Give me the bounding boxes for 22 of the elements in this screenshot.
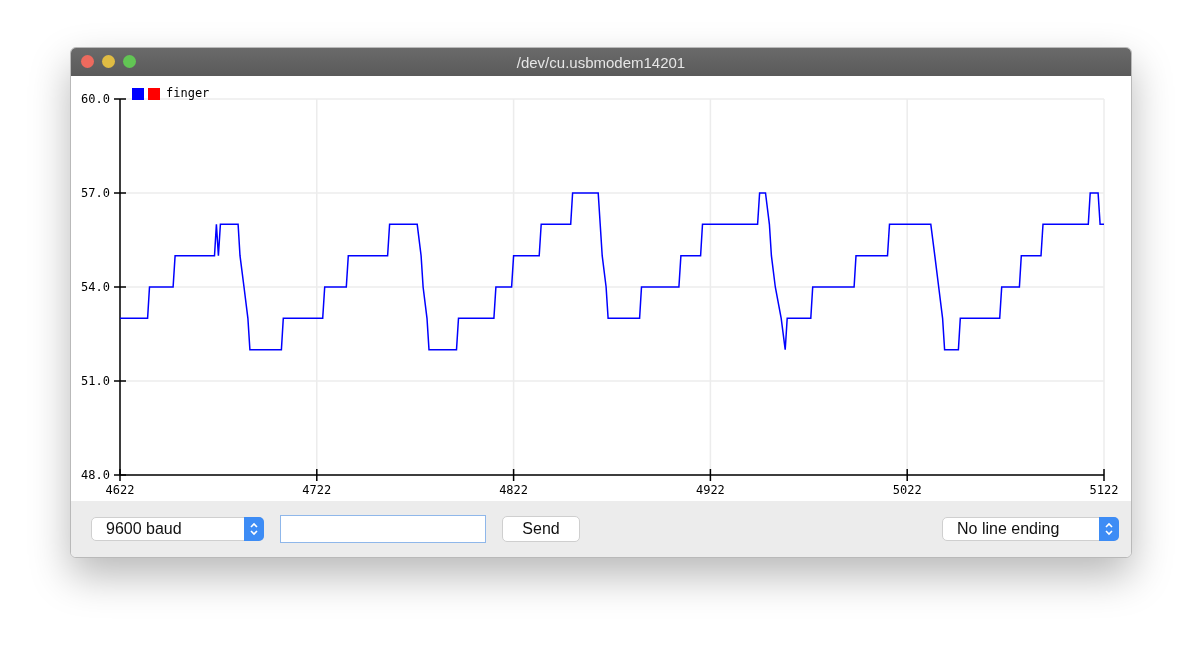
x-tick-label: 4922 — [695, 483, 725, 497]
baud-rate-dropdown[interactable]: 9600 baud — [91, 517, 264, 541]
x-tick-label: 4822 — [499, 483, 529, 497]
legend-label: finger — [166, 86, 210, 100]
zoom-button[interactable] — [123, 55, 136, 68]
window-title: /dev/cu.usbmodem14201 — [516, 53, 686, 71]
line-ending-dropdown[interactable]: No line ending — [942, 517, 1119, 541]
x-tick-label: 5122 — [1089, 483, 1119, 497]
x-tick-label: 5022 — [892, 483, 922, 497]
y-tick-label: 54.0 — [81, 280, 110, 294]
stepper-icon — [1099, 517, 1119, 541]
x-tick-label: 4722 — [302, 483, 332, 497]
message-input-field[interactable] — [280, 515, 486, 543]
stepper-icon — [244, 517, 264, 541]
send-button[interactable]: Send — [502, 516, 580, 542]
y-tick-label: 57.0 — [81, 186, 110, 200]
minimize-button[interactable] — [102, 55, 115, 68]
close-button[interactable] — [81, 55, 94, 68]
x-tick-label: 4622 — [105, 483, 135, 497]
y-tick-label: 60.0 — [81, 92, 110, 106]
y-tick-label: 48.0 — [81, 468, 110, 482]
y-tick-label: 51.0 — [81, 374, 110, 388]
